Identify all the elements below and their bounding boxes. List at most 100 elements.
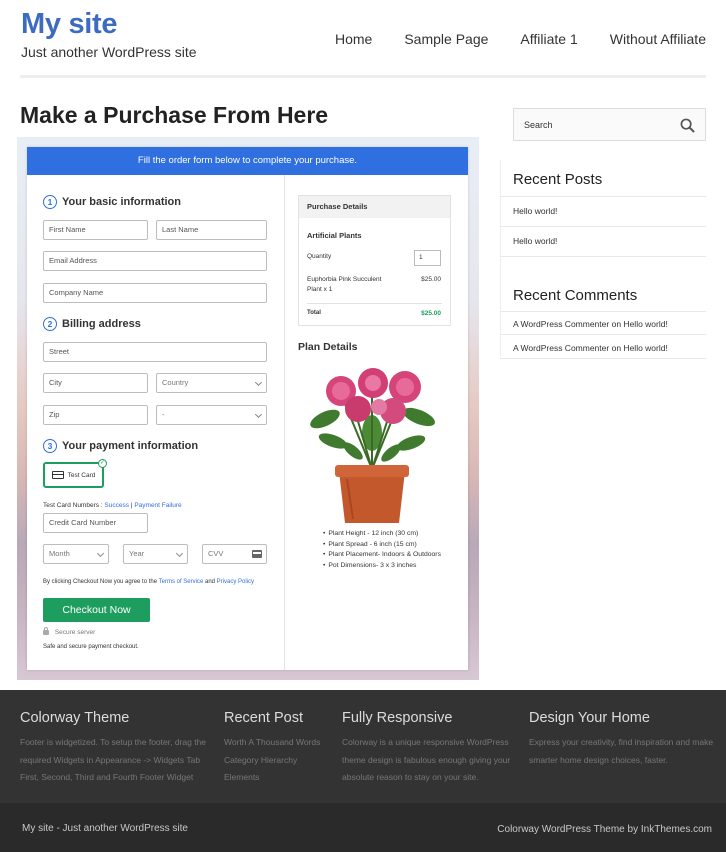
company-field[interactable]: Company Name bbox=[43, 283, 267, 303]
link-separator: | bbox=[130, 502, 133, 509]
divider bbox=[500, 334, 706, 335]
divider bbox=[500, 256, 706, 257]
item-quantity: Plant x 1 bbox=[307, 286, 333, 293]
country-select[interactable]: Country bbox=[156, 373, 267, 393]
checkout-banner: Fill the order form below to complete yo… bbox=[27, 147, 468, 175]
chevron-down-icon bbox=[254, 378, 263, 387]
search-input[interactable]: Search bbox=[513, 108, 706, 141]
footer-post-link[interactable]: Elements bbox=[224, 769, 334, 787]
list-item: Plant Height - 12 inch (30 cm) bbox=[323, 529, 441, 540]
product-name: Artificial Plants bbox=[307, 231, 362, 240]
first-name-field[interactable]: First Name bbox=[43, 220, 148, 240]
plan-details-title: Plan Details bbox=[298, 341, 358, 353]
comment-post-link[interactable]: Hello world! bbox=[623, 319, 667, 329]
footer-heading-design-home: Design Your Home bbox=[529, 710, 650, 726]
card-number-field[interactable]: Credit Card Number bbox=[43, 513, 148, 533]
terms-of-service-link[interactable]: Terms of Service bbox=[159, 579, 204, 585]
header-divider bbox=[20, 75, 706, 78]
zip-field[interactable]: Zip bbox=[43, 405, 148, 425]
check-icon: ✓ bbox=[98, 459, 107, 468]
email-field[interactable]: Email Address bbox=[43, 251, 267, 271]
street-field[interactable]: Street bbox=[43, 342, 267, 362]
item-name: Euphorbia Pink Succulent bbox=[307, 276, 382, 283]
nav-item-sample-page[interactable]: Sample Page bbox=[404, 31, 488, 47]
footer-line: Express your creativity, find inspiratio… bbox=[529, 737, 714, 747]
footer-line: Colorway is a unique responsive WordPres… bbox=[342, 737, 509, 747]
footer-bottom-bar: My site - Just another WordPress site Co… bbox=[0, 803, 726, 852]
secure-server-note: Secure server bbox=[43, 627, 95, 636]
page-title: Make a Purchase From Here bbox=[20, 102, 329, 128]
recent-comment-item: A WordPress Commenter on Hello world! bbox=[513, 319, 668, 329]
footer-line: required Widgets in Appearance -> Widget… bbox=[20, 754, 201, 765]
step-number: 2 bbox=[43, 317, 57, 331]
footer-site-link[interactable]: My site - Just another WordPress site bbox=[22, 823, 188, 834]
recent-post-link[interactable]: Hello world! bbox=[513, 206, 557, 216]
success-link[interactable]: Success bbox=[104, 502, 129, 509]
comment-author-link[interactable]: A WordPress Commenter bbox=[513, 343, 609, 353]
footer-line: smarter home design choices, faster. bbox=[529, 754, 668, 765]
year-select-value: Year bbox=[129, 549, 145, 558]
purchase-details-box: Purchase Details Artificial Plants Quant… bbox=[298, 195, 451, 326]
main-nav: Home Sample Page Affiliate 1 Without Aff… bbox=[303, 31, 706, 47]
month-select[interactable]: Month bbox=[43, 544, 109, 564]
divider bbox=[500, 311, 706, 312]
year-select[interactable]: Year bbox=[123, 544, 188, 564]
site-title[interactable]: My site bbox=[21, 8, 118, 41]
footer-heading-responsive: Fully Responsive bbox=[342, 710, 453, 726]
cvv-field[interactable]: CVV bbox=[202, 544, 267, 564]
footer-recent-posts: Worth A Thousand Words Category Hierarch… bbox=[224, 734, 334, 787]
payment-failure-link[interactable]: Payment Failure bbox=[134, 502, 181, 509]
search-icon[interactable] bbox=[680, 118, 695, 133]
last-name-field[interactable]: Last Name bbox=[156, 220, 267, 240]
checkout-form: Fill the order form below to complete yo… bbox=[27, 147, 468, 670]
quantity-input[interactable]: 1 bbox=[414, 250, 441, 266]
footer-line: Footer is widgetized. To setup the foote… bbox=[20, 737, 207, 747]
column-divider bbox=[284, 175, 285, 670]
list-item: Plant Spread - 6 inch (15 cm) bbox=[323, 540, 441, 551]
nav-item-affiliate-1[interactable]: Affiliate 1 bbox=[520, 31, 577, 47]
sidebar-border bbox=[500, 160, 501, 356]
list-item: Pot Dimensions- 3 x 3 inches bbox=[323, 561, 441, 572]
footer-post-link[interactable]: Category Hierarchy bbox=[224, 752, 334, 770]
footer-line: First, Second, Third and Fourth Footer W… bbox=[20, 772, 194, 782]
comment-author-link[interactable]: A WordPress Commenter bbox=[513, 319, 609, 329]
state-select-value: - bbox=[162, 410, 165, 419]
footer-heading-recent-post: Recent Post bbox=[224, 710, 303, 726]
country-select-value: Country bbox=[162, 378, 189, 387]
footer-line: theme design is fabulous enough giving y… bbox=[342, 754, 511, 765]
safe-checkout-text: Safe and secure payment checkout. bbox=[43, 644, 139, 650]
plant-image bbox=[310, 368, 435, 523]
state-select[interactable]: - bbox=[156, 405, 267, 425]
divider bbox=[500, 226, 706, 227]
nav-item-without-affiliate[interactable]: Without Affiliate bbox=[610, 31, 706, 47]
city-field[interactable]: City bbox=[43, 373, 148, 393]
purchase-details-heading: Purchase Details bbox=[299, 196, 450, 218]
chevron-down-icon bbox=[96, 549, 105, 558]
month-select-value: Month bbox=[49, 549, 70, 558]
recent-comments-heading: Recent Comments bbox=[513, 287, 638, 304]
privacy-policy-link[interactable]: Privacy Policy bbox=[217, 579, 254, 585]
divider bbox=[500, 196, 706, 197]
purchase-divider bbox=[307, 303, 442, 304]
footer-theme-credit[interactable]: Colorway WordPress Theme by InkThemes.co… bbox=[497, 824, 712, 835]
footer-post-link[interactable]: Worth A Thousand Words bbox=[224, 734, 334, 752]
comment-post-link[interactable]: Hello world! bbox=[623, 343, 667, 353]
total-label: Total bbox=[307, 310, 321, 316]
test-card-numbers: Test Card Numbers : Success | Payment Fa… bbox=[43, 502, 182, 509]
footer-heading-colorway: Colorway Theme bbox=[20, 710, 130, 726]
step-payment: 3 Your payment information bbox=[43, 439, 198, 453]
recent-post-link[interactable]: Hello world! bbox=[513, 236, 557, 246]
chevron-down-icon bbox=[175, 549, 184, 558]
site-footer: Colorway Theme Footer is widgetized. To … bbox=[0, 690, 726, 803]
card-back-icon bbox=[252, 550, 262, 558]
nav-item-home[interactable]: Home bbox=[335, 31, 372, 47]
checkout-now-button[interactable]: Checkout Now bbox=[43, 598, 150, 622]
item-price: $25.00 bbox=[421, 276, 441, 283]
terms-and: and bbox=[204, 579, 215, 585]
cvv-field-placeholder: CVV bbox=[208, 549, 224, 558]
step-label: Billing address bbox=[62, 318, 141, 330]
test-card-option[interactable]: Test Card ✓ bbox=[43, 459, 107, 488]
step-number: 3 bbox=[43, 439, 57, 453]
step-label: Your basic information bbox=[62, 196, 181, 208]
quantity-label: Quantity bbox=[307, 253, 332, 260]
